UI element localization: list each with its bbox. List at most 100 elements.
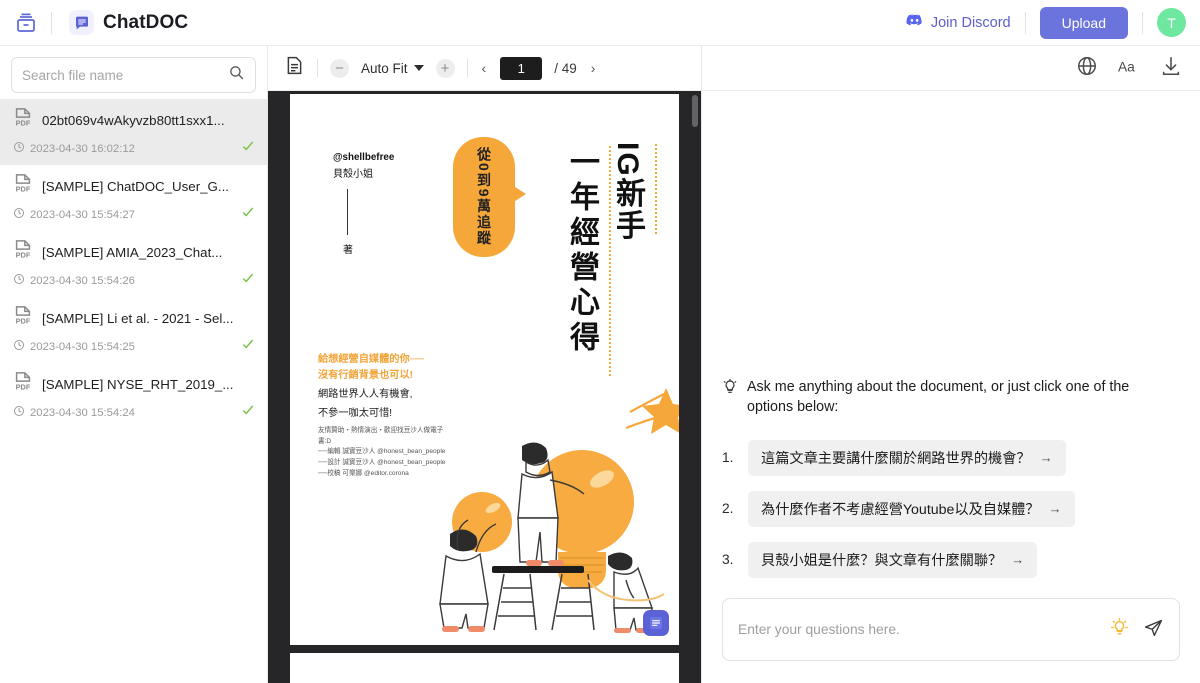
- search-box[interactable]: [11, 57, 256, 93]
- suggestion-button[interactable]: 這篇文章主要講什麼關於網路世界的機會？ →: [748, 439, 1066, 476]
- app-root: ChatDOC Join Discord Upload T Search fil…: [0, 0, 1200, 683]
- cover-author-block: @shellbefree 貝殼小姐 著: [333, 152, 394, 256]
- pdf-pane: − Auto Fit + ‹ / 49 › @shellbefree: [268, 46, 702, 683]
- sidebar: PDF 02bt069v4wAkyvzb80tt1sxx1... 2023-04…: [0, 46, 268, 683]
- suggestion-button[interactable]: 為什麼作者不考慮經營Youtube以及自媒體？ →: [748, 490, 1075, 527]
- file-row-meta: 2023-04-30 15:54:24: [12, 403, 255, 422]
- search-icon[interactable]: [228, 64, 245, 86]
- lightbulb-icon: [722, 377, 738, 400]
- file-row-main: PDF [SAMPLE] ChatDOC_User_G...: [12, 173, 255, 200]
- cover-dotted-line-2: [609, 146, 611, 376]
- join-discord-link[interactable]: Join Discord: [905, 11, 1011, 34]
- cover-title-main: 一年經營心得: [565, 146, 598, 356]
- file-row-meta: 2023-04-30 15:54:27: [12, 205, 255, 224]
- pdf-icon: PDF: [12, 371, 34, 398]
- file-list: PDF 02bt069v4wAkyvzb80tt1sxx1... 2023-04…: [0, 99, 267, 683]
- header-divider-2: [1024, 11, 1026, 34]
- pdf-page-1: @shellbefree 貝殼小姐 著 IG新手 一年經營心得 從0到9萬追蹤: [290, 94, 679, 645]
- file-row-main: PDF [SAMPLE] Li et al. - 2021 - Sel...: [12, 305, 255, 332]
- file-date: 2023-04-30 15:54:25: [30, 340, 135, 353]
- zoom-level-dropdown[interactable]: Auto Fit: [361, 61, 424, 76]
- file-name: [SAMPLE] AMIA_2023_Chat...: [42, 245, 223, 260]
- list-item[interactable]: PDF [SAMPLE] AMIA_2023_Chat... 2023-04-3…: [0, 231, 267, 297]
- upload-button[interactable]: Upload: [1039, 6, 1128, 39]
- globe-icon[interactable]: [1076, 55, 1098, 82]
- suggestion-button[interactable]: 貝殼小姐是什麼？與文章有什麼關聯？ →: [748, 541, 1038, 578]
- document-outline-icon[interactable]: [284, 55, 305, 81]
- cover-bubble-text: 從0到9萬追蹤: [476, 147, 492, 247]
- file-name: [SAMPLE] ChatDOC_User_G...: [42, 179, 229, 194]
- cover-speech-bubble: 從0到9萬追蹤: [453, 137, 526, 257]
- file-date: 2023-04-30 15:54:26: [30, 274, 135, 287]
- brand-name: ChatDOC: [103, 11, 189, 33]
- search-container: [0, 46, 267, 99]
- page-total-label: / 49: [554, 60, 577, 76]
- suggestion-text: 這篇文章主要講什麼關於網路世界的機會？: [761, 450, 1031, 467]
- arrow-right-icon: →: [1011, 552, 1025, 568]
- arrow-right-icon: →: [1039, 450, 1053, 466]
- svg-text:PDF: PDF: [16, 250, 31, 259]
- lightbulb-icon[interactable]: [1110, 617, 1129, 642]
- file-name: [SAMPLE] Li et al. - 2021 - Sel...: [42, 311, 234, 326]
- cover-rule: [347, 189, 348, 235]
- zoom-out-button[interactable]: −: [330, 58, 349, 78]
- file-row-meta: 2023-04-30 15:54:26: [12, 271, 255, 290]
- svg-text:PDF: PDF: [16, 184, 31, 193]
- document-chat-fab[interactable]: [643, 610, 669, 636]
- chat-input-box[interactable]: [722, 598, 1180, 661]
- header-divider: [51, 11, 52, 34]
- chat-body: Ask me anything about the document, or j…: [702, 91, 1200, 592]
- file-row-main: PDF [SAMPLE] NYSE_RHT_2019_...: [12, 371, 255, 398]
- send-icon[interactable]: [1143, 617, 1164, 643]
- avatar[interactable]: T: [1157, 8, 1186, 37]
- pdf-canvas: @shellbefree 貝殼小姐 著 IG新手 一年經營心得 從0到9萬追蹤: [268, 91, 701, 683]
- list-item[interactable]: PDF 02bt069v4wAkyvzb80tt1sxx1... 2023-04…: [0, 99, 267, 165]
- file-date: 2023-04-30 16:02:12: [30, 142, 135, 155]
- file-row-meta: 2023-04-30 16:02:12: [12, 139, 255, 158]
- cover-lead-orange-1: 給想經營自媒體的你──: [318, 354, 425, 365]
- suggestion-number: 2.: [722, 501, 734, 517]
- join-discord-label: Join Discord: [930, 14, 1011, 31]
- pdf-icon: PDF: [12, 107, 34, 134]
- check-icon: [241, 403, 255, 422]
- prev-page-button[interactable]: ‹: [480, 60, 489, 76]
- chat-pane: Aa Ask me anything about the document, o…: [702, 46, 1200, 683]
- archive-icon[interactable]: [14, 11, 38, 35]
- check-icon: [241, 271, 255, 290]
- pdf-icon: PDF: [12, 173, 34, 200]
- app-body: PDF 02bt069v4wAkyvzb80tt1sxx1... 2023-04…: [0, 46, 1200, 683]
- check-icon: [241, 139, 255, 158]
- pdf-toolbar: − Auto Fit + ‹ / 49 ›: [268, 46, 701, 91]
- discord-icon: [905, 11, 924, 34]
- toolbar-divider-2: [466, 59, 468, 77]
- download-icon[interactable]: [1160, 55, 1182, 82]
- svg-text:PDF: PDF: [16, 316, 31, 325]
- list-item[interactable]: PDF [SAMPLE] Li et al. - 2021 - Sel... 2…: [0, 297, 267, 363]
- suggestion-text: 為什麼作者不考慮經營Youtube以及自媒體？: [761, 501, 1040, 518]
- chat-input[interactable]: [738, 622, 1096, 637]
- zoom-in-button[interactable]: +: [435, 58, 455, 78]
- chevron-down-icon: [413, 65, 424, 71]
- suggestion-text: 貝殼小姐是什麼？與文章有什麼關聯？: [761, 552, 1003, 569]
- chat-intro-text: Ask me anything about the document, or j…: [747, 379, 1130, 416]
- app-header: ChatDOC Join Discord Upload T: [0, 0, 1200, 46]
- clock-icon: [13, 206, 25, 224]
- brand[interactable]: ChatDOC: [69, 10, 188, 35]
- suggestion-number: 3.: [722, 552, 734, 568]
- next-page-button[interactable]: ›: [589, 60, 598, 76]
- toolbar-divider: [317, 59, 318, 77]
- file-row-main: PDF 02bt069v4wAkyvzb80tt1sxx1...: [12, 107, 255, 134]
- pdf-icon: PDF: [12, 305, 34, 332]
- cover-dotted-line-1: [655, 144, 657, 234]
- intro-row: Ask me anything about the document, or j…: [722, 377, 1178, 418]
- search-input[interactable]: [22, 67, 222, 83]
- file-date: 2023-04-30 15:54:24: [30, 406, 135, 419]
- chatdoc-logo-icon: [69, 10, 94, 35]
- list-item[interactable]: PDF [SAMPLE] ChatDOC_User_G... 2023-04-3…: [0, 165, 267, 231]
- list-item[interactable]: PDF [SAMPLE] NYSE_RHT_2019_... 2023-04-3…: [0, 363, 267, 429]
- font-size-icon[interactable]: Aa: [1118, 55, 1140, 82]
- header-left: ChatDOC: [14, 10, 188, 35]
- page-number-input[interactable]: [500, 56, 543, 80]
- pdf-scrollbar[interactable]: [692, 95, 698, 127]
- file-name: [SAMPLE] NYSE_RHT_2019_...: [42, 377, 234, 392]
